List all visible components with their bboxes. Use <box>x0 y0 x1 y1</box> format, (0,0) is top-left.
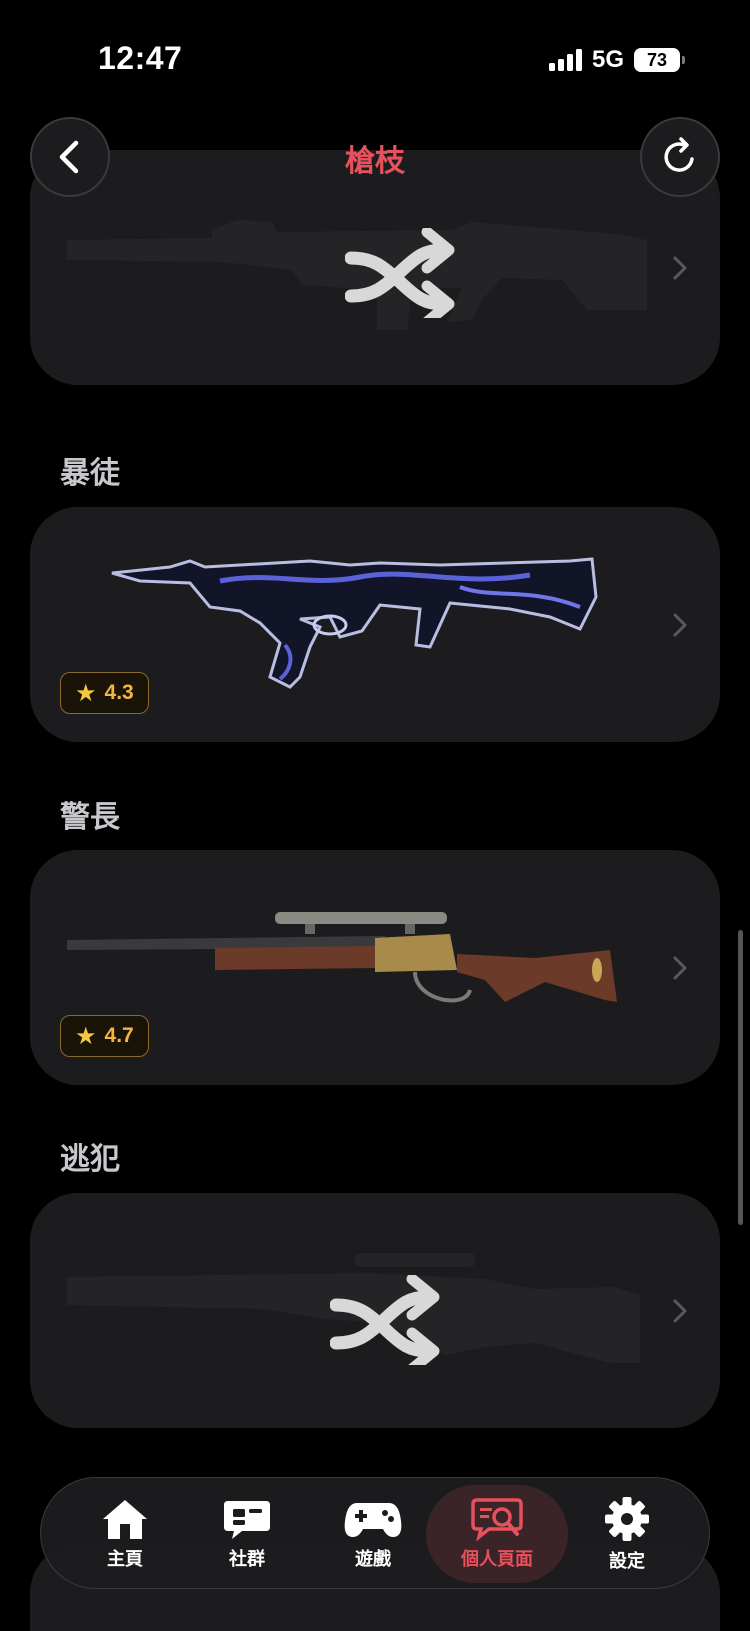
tab-bar: 主頁 社群 遊戲 個人頁面 設定 <box>40 1477 710 1589</box>
battery-level: 73 <box>646 49 668 70</box>
weapon-card-outlaw[interactable] <box>30 1193 720 1428</box>
tab-community[interactable]: 社群 <box>183 1478 311 1590</box>
rating-value: 4.3 <box>104 681 134 704</box>
weapon-card-hidden-1[interactable] <box>30 150 720 385</box>
tab-games[interactable]: 遊戲 <box>309 1478 437 1590</box>
status-time: 12:47 <box>98 40 183 76</box>
tab-home[interactable]: 主頁 <box>61 1478 189 1590</box>
chat-icon <box>224 1501 270 1539</box>
page-title: 槍枝 <box>345 144 405 179</box>
rating-badge: ★ 4.7 <box>60 1015 149 1057</box>
rating-badge: ★ 4.3 <box>60 672 149 714</box>
chevron-right-icon <box>673 256 687 279</box>
status-indicators: 5G 73 <box>548 46 685 74</box>
star-icon: ★ <box>75 1022 97 1050</box>
refresh-icon <box>664 137 694 172</box>
weapon-card-vandal[interactable]: ★ 4.3 <box>30 507 720 742</box>
gamepad-icon <box>344 1503 402 1537</box>
tab-label: 社群 <box>229 1549 265 1570</box>
signal-icon <box>548 49 582 71</box>
gear-icon <box>605 1497 649 1541</box>
profile-search-icon <box>471 1498 523 1541</box>
shuffle-icon <box>330 1275 440 1365</box>
tab-settings[interactable]: 設定 <box>563 1478 691 1590</box>
shuffle-icon <box>345 228 455 318</box>
star-icon: ★ <box>75 679 97 707</box>
battery-icon: 73 <box>634 48 685 72</box>
tab-label: 遊戲 <box>355 1549 391 1570</box>
chevron-right-icon <box>673 1299 687 1322</box>
tab-label: 主頁 <box>107 1549 143 1570</box>
chevron-right-icon <box>673 613 687 636</box>
section-title-marshal: 警長 <box>60 800 120 835</box>
rating-value: 4.7 <box>104 1024 134 1047</box>
tab-label: 設定 <box>609 1551 645 1572</box>
scrollbar[interactable] <box>738 930 743 1225</box>
tab-label: 個人頁面 <box>461 1549 533 1570</box>
network-type: 5G <box>591 46 624 73</box>
vandal-skin-image <box>111 557 598 689</box>
refresh-button[interactable] <box>640 117 720 197</box>
section-title-vandal: 暴徒 <box>60 456 120 491</box>
marshal-skin-image <box>67 912 617 1003</box>
chevron-right-icon <box>673 956 687 979</box>
tab-profile[interactable]: 個人頁面 <box>426 1485 568 1583</box>
section-title-outlaw: 逃犯 <box>60 1142 120 1177</box>
home-icon <box>103 1500 147 1539</box>
weapon-card-marshal[interactable]: ★ 4.7 <box>30 850 720 1085</box>
